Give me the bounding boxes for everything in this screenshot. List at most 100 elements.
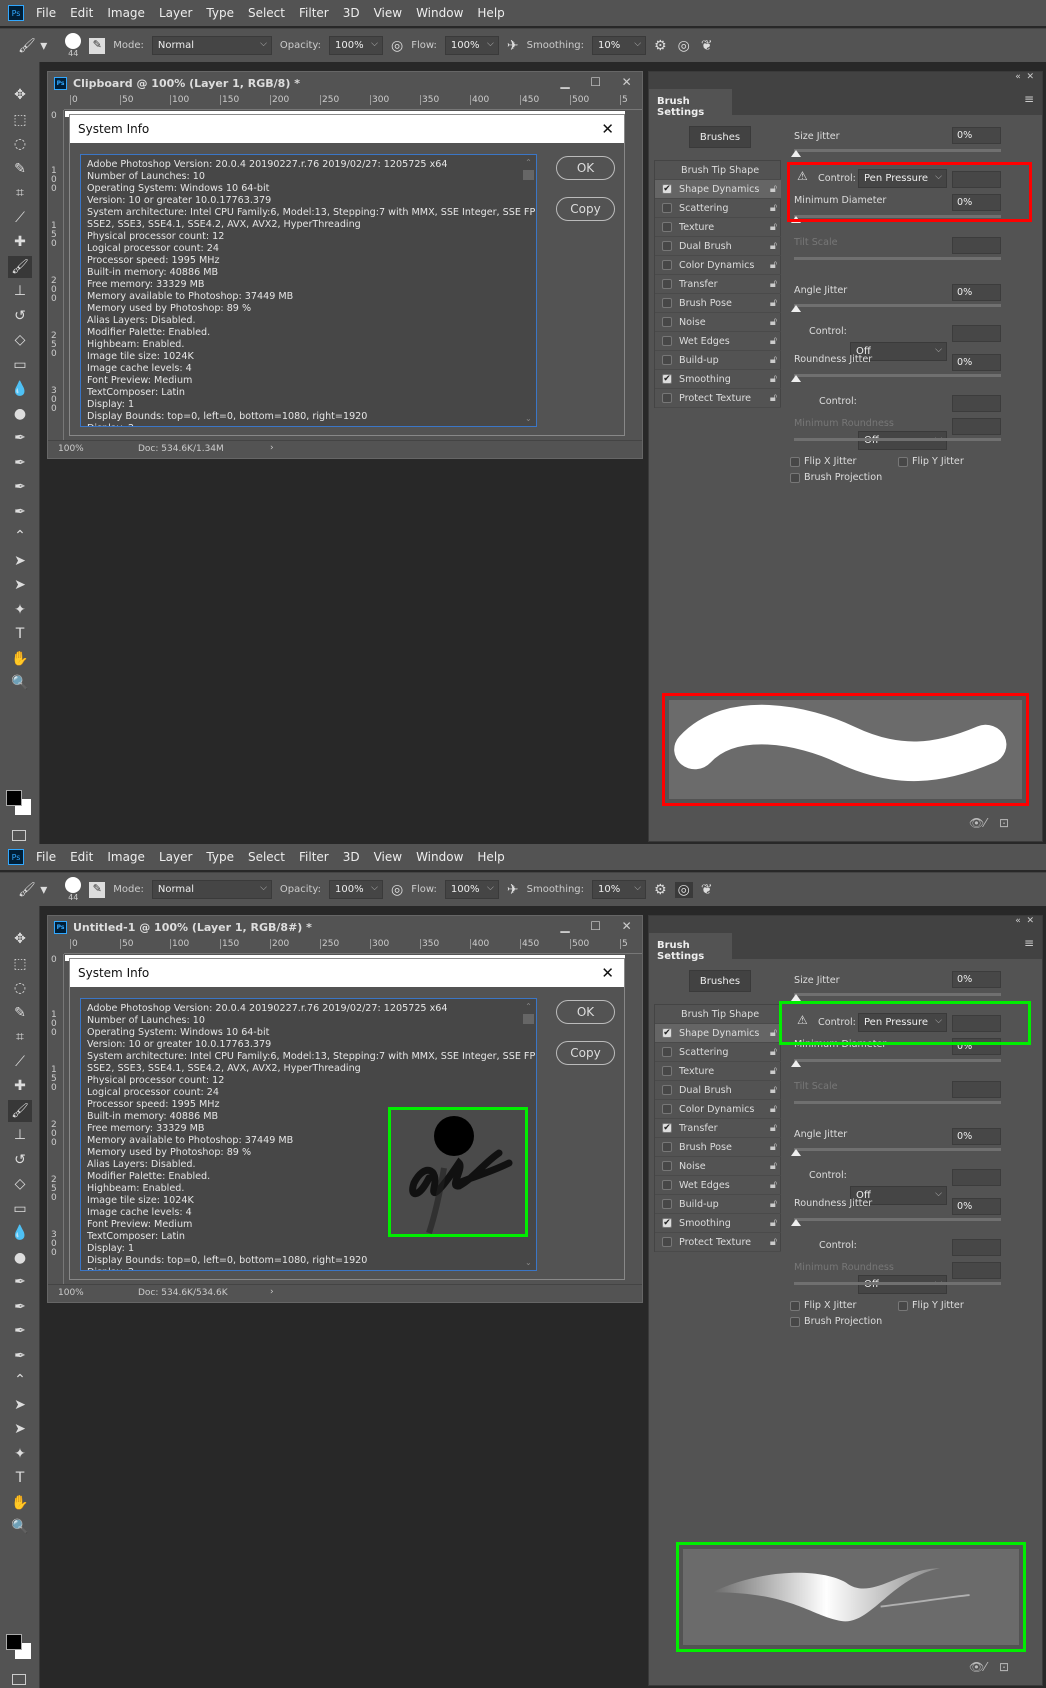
- quick-select-icon[interactable]: ✎: [8, 1002, 32, 1024]
- healing-icon[interactable]: ✚: [8, 1075, 32, 1097]
- menu-image[interactable]: Image: [107, 6, 145, 20]
- pen-icon[interactable]: ✒: [8, 427, 32, 449]
- preview-toggle-icon[interactable]: 👁︎⁄: [969, 1660, 986, 1674]
- tilt-scale-input[interactable]: [952, 237, 1001, 254]
- flip-y-checkbox[interactable]: [898, 1301, 908, 1311]
- brush-option-item[interactable]: Dual Brush 🔓︎: [655, 1081, 781, 1100]
- pressure-size-icon[interactable]: ◎: [674, 881, 693, 898]
- lock-icon[interactable]: 🔓︎: [770, 1159, 777, 1173]
- eyedropper-icon[interactable]: ⟋: [8, 1051, 32, 1073]
- lock-icon[interactable]: 🔓︎: [770, 1064, 777, 1078]
- menu-file[interactable]: File: [36, 850, 56, 864]
- lock-icon[interactable]: 🔓︎: [770, 334, 777, 348]
- control-empty-input[interactable]: [952, 1015, 1001, 1032]
- checkbox[interactable]: ✔: [662, 1028, 672, 1038]
- lock-icon[interactable]: 🔓︎: [770, 1197, 777, 1211]
- lock-icon[interactable]: 🔓︎: [770, 372, 777, 386]
- flip-y-checkbox[interactable]: [898, 457, 908, 467]
- lock-icon[interactable]: 🔓︎: [770, 1140, 777, 1154]
- blur-icon[interactable]: 💧: [8, 1222, 32, 1244]
- status-arrow-icon[interactable]: ›: [270, 1287, 274, 1297]
- checkbox[interactable]: [662, 1066, 672, 1076]
- brush-option-item[interactable]: Noise 🔓︎: [655, 313, 781, 332]
- flow-field[interactable]: 100% ⌵: [444, 880, 499, 899]
- marquee-icon[interactable]: ⬚: [8, 953, 32, 975]
- brush-preset-icon[interactable]: 🖌 ▾: [18, 882, 47, 898]
- symmetry-butterfly-icon[interactable]: ❦: [701, 882, 713, 898]
- brush-option-item[interactable]: Transfer 🔓︎: [655, 275, 781, 294]
- menu-filter[interactable]: Filter: [299, 850, 329, 864]
- brush-option-item[interactable]: ✔ Transfer 🔓︎: [655, 1119, 781, 1138]
- checkbox[interactable]: [662, 1199, 672, 1209]
- size-jitter-input[interactable]: 0%: [952, 127, 1001, 144]
- angle-jitter-input[interactable]: 0%: [952, 1128, 1001, 1145]
- airbrush-icon[interactable]: ✈: [507, 882, 519, 898]
- minimize-icon[interactable]: ▁: [560, 919, 569, 933]
- brush-option-item[interactable]: Texture 🔓︎: [655, 218, 781, 237]
- hand-icon[interactable]: ✋: [8, 648, 32, 670]
- slider-thumb[interactable]: [791, 1149, 801, 1156]
- gear-icon[interactable]: ⚙: [654, 882, 667, 898]
- slider-thumb[interactable]: [791, 1060, 801, 1067]
- brush-size-picker[interactable]: 44: [65, 33, 82, 58]
- control-empty-input[interactable]: [952, 1169, 1001, 1186]
- checkbox[interactable]: [662, 203, 672, 213]
- menu-type[interactable]: Type: [206, 6, 234, 20]
- lock-icon[interactable]: 🔓︎: [770, 1235, 777, 1249]
- menu-help[interactable]: Help: [477, 6, 504, 20]
- gear-icon[interactable]: ⚙: [654, 38, 667, 54]
- brush-projection-checkbox[interactable]: [790, 473, 800, 483]
- brush-option-item[interactable]: Brush Pose 🔓︎: [655, 1138, 781, 1157]
- copy-button[interactable]: Copy: [556, 197, 615, 221]
- minimum-roundness-slider[interactable]: [794, 1282, 1001, 1285]
- brush-option-item[interactable]: Build-up 🔓︎: [655, 1195, 781, 1214]
- menu-image[interactable]: Image: [107, 850, 145, 864]
- minimum-roundness-input[interactable]: [952, 418, 1001, 435]
- menu-view[interactable]: View: [374, 6, 402, 20]
- control-empty-input[interactable]: [952, 171, 1001, 188]
- brush-option-item[interactable]: ✔ Smoothing 🔓︎: [655, 370, 781, 389]
- lock-icon[interactable]: 🔓︎: [770, 182, 777, 196]
- brush-option-item[interactable]: Scattering 🔓︎: [655, 199, 781, 218]
- brush-option-item[interactable]: ✔ Smoothing 🔓︎: [655, 1214, 781, 1233]
- roundness-jitter-slider[interactable]: [794, 374, 1001, 377]
- path-select-icon[interactable]: ➤: [8, 550, 32, 572]
- gradient-icon[interactable]: ▭: [8, 354, 32, 376]
- control-empty-input[interactable]: [952, 325, 1001, 342]
- brush-tip-shape-item[interactable]: Brush Tip Shape: [655, 1005, 781, 1024]
- crop-icon[interactable]: ⌗: [8, 182, 32, 204]
- ok-button[interactable]: OK: [556, 1000, 615, 1024]
- dodge-icon[interactable]: ●: [8, 403, 32, 425]
- smoothing-field[interactable]: 10% ⌵: [592, 36, 647, 55]
- crop-icon[interactable]: ⌗: [8, 1026, 32, 1048]
- zoom-level[interactable]: 100%: [58, 1288, 84, 1298]
- brush-option-item[interactable]: Brush Pose 🔓︎: [655, 294, 781, 313]
- dodge-icon[interactable]: ●: [8, 1247, 32, 1269]
- checkbox[interactable]: ✔: [662, 184, 672, 194]
- smoothing-field[interactable]: 10% ⌵: [592, 880, 647, 899]
- menu-edit[interactable]: Edit: [70, 6, 93, 20]
- slider-thumb[interactable]: [791, 1219, 801, 1226]
- pressure-opacity-icon[interactable]: ◎: [391, 38, 403, 54]
- eyedropper-icon[interactable]: ⟋: [8, 207, 32, 229]
- close-icon[interactable]: ✕: [601, 120, 614, 138]
- quick-mask-icon[interactable]: [12, 1674, 26, 1685]
- size-control-select[interactable]: Pen Pressure ⌵: [858, 169, 947, 188]
- checkbox[interactable]: [662, 241, 672, 251]
- menu-window[interactable]: Window: [416, 850, 463, 864]
- lock-icon[interactable]: 🔓︎: [770, 1216, 777, 1230]
- history-brush-icon[interactable]: ↺: [8, 305, 32, 327]
- foreground-color-swatch[interactable]: [6, 1634, 22, 1650]
- zoom-icon[interactable]: 🔍: [8, 1516, 32, 1538]
- lock-icon[interactable]: 🔓︎: [770, 1102, 777, 1116]
- checkbox[interactable]: ✔: [662, 374, 672, 384]
- foreground-color-swatch[interactable]: [6, 790, 22, 806]
- minimize-icon[interactable]: ▁: [560, 75, 569, 89]
- minimum-diameter-input[interactable]: 0%: [952, 1038, 1001, 1055]
- symmetry-butterfly-icon[interactable]: ❦: [701, 38, 713, 54]
- menu-window[interactable]: Window: [416, 6, 463, 20]
- direct-select-icon[interactable]: ➤: [8, 574, 32, 596]
- move-icon[interactable]: ✥: [8, 928, 32, 950]
- lock-icon[interactable]: 🔓︎: [770, 1045, 777, 1059]
- checkbox[interactable]: [662, 1047, 672, 1057]
